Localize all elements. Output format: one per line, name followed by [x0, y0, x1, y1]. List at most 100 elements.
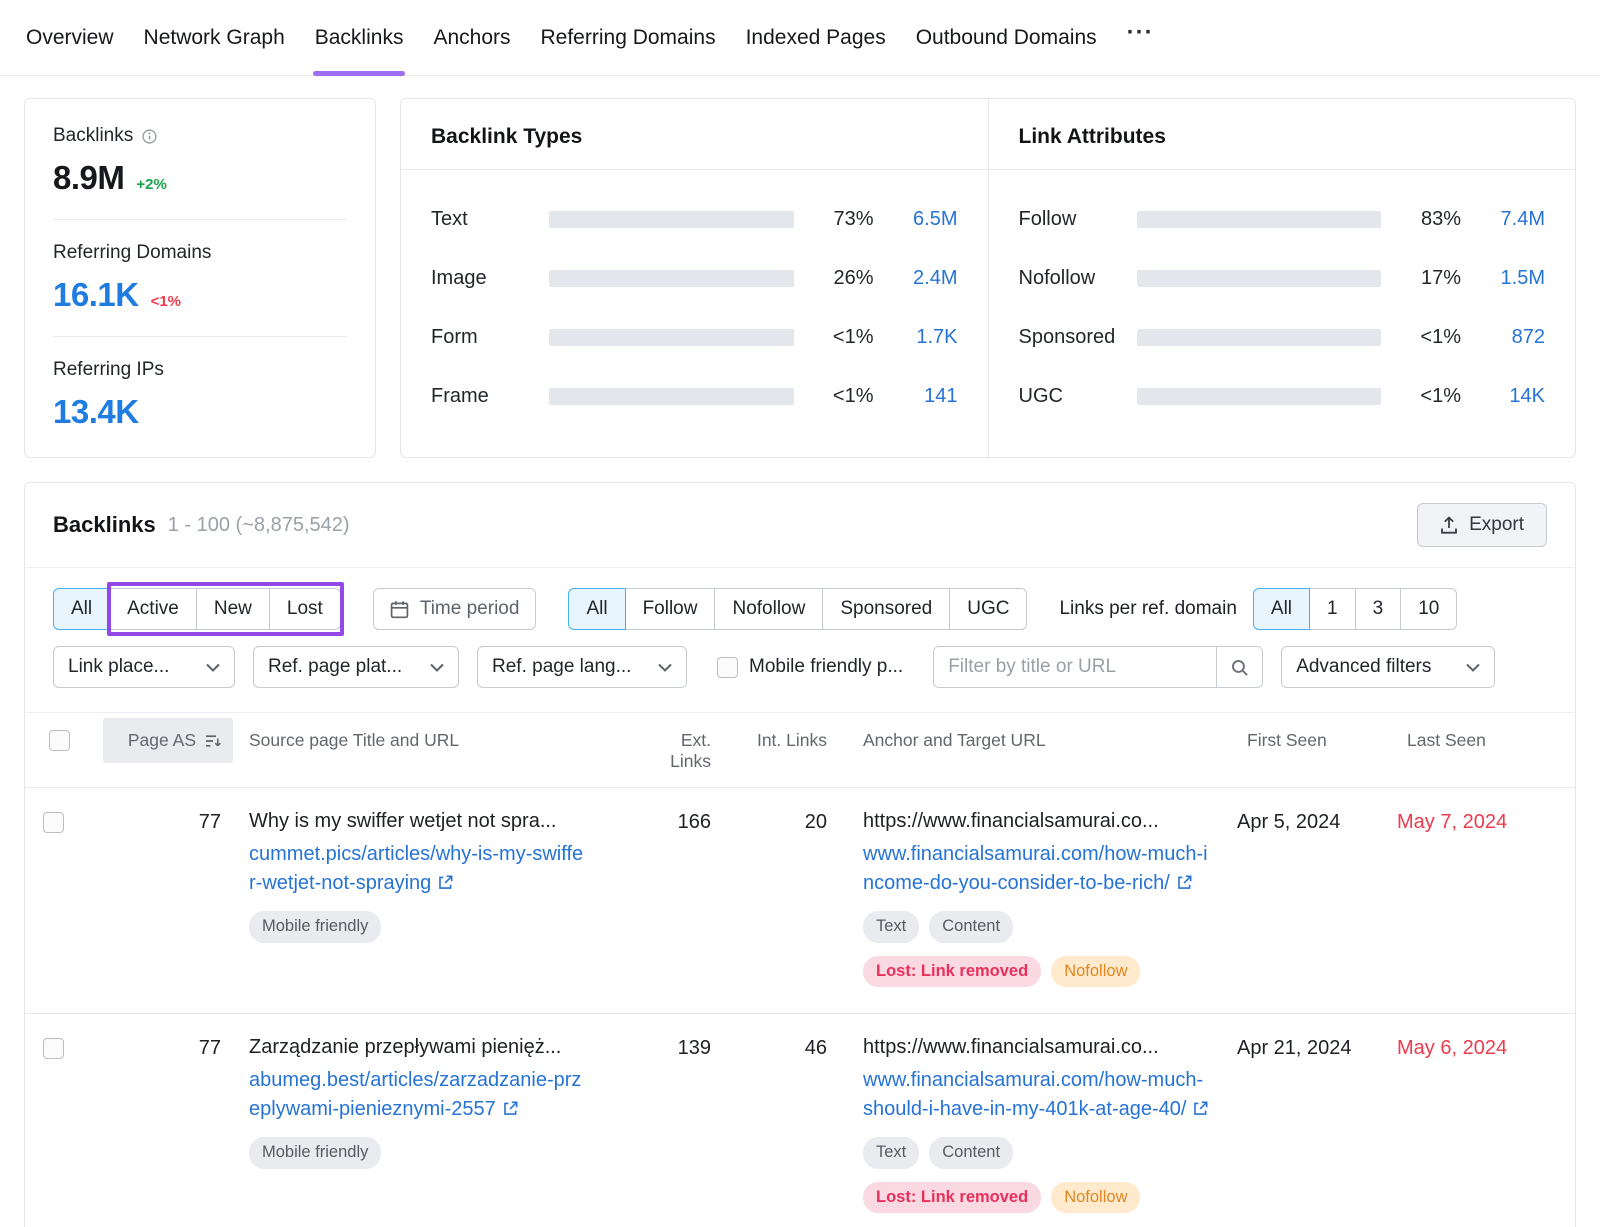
- mobile-friendly-checkbox[interactable]: [717, 657, 738, 678]
- tab-network-graph[interactable]: Network Graph: [129, 0, 300, 75]
- search-button[interactable]: [1216, 647, 1262, 687]
- link-placement-dropdown[interactable]: Link place...: [53, 646, 235, 688]
- link-attributes-panel: Link Attributes Follow 83% 7.4M Nofollow…: [988, 99, 1576, 457]
- column-header-ext-links: Ext. Links: [629, 713, 723, 787]
- links-per-domain-group: Links per ref. domain All 1 3 10: [1059, 588, 1457, 630]
- row-checkbox[interactable]: [43, 812, 64, 833]
- links-per-domain-label: Links per ref. domain: [1059, 598, 1236, 620]
- chevron-down-icon: [1466, 663, 1480, 672]
- external-link-icon: [1176, 874, 1193, 891]
- time-period-button[interactable]: Time period: [373, 588, 537, 630]
- tab-overview[interactable]: Overview: [26, 0, 129, 75]
- bar-percent: 83%: [1405, 208, 1461, 231]
- status-filter-all[interactable]: All: [53, 588, 110, 630]
- bar-percent: <1%: [1405, 385, 1461, 408]
- nofollow-badge: Nofollow: [1051, 956, 1140, 988]
- follow-filter-group: All Follow Nofollow Sponsored UGC: [568, 588, 1027, 630]
- bar-value-link[interactable]: 6.5M: [896, 208, 958, 231]
- bar-track: [1137, 329, 1382, 346]
- chevron-down-icon: [658, 663, 672, 672]
- ref-page-platform-dropdown[interactable]: Ref. page plat...: [253, 646, 459, 688]
- bar-percent: 73%: [818, 208, 874, 231]
- bar-value-link[interactable]: 14K: [1483, 385, 1545, 408]
- more-tabs-button[interactable]: ···: [1112, 19, 1169, 57]
- bar-row-form: Form <1% 1.7K: [431, 308, 958, 367]
- source-page-title: Zarządzanie przepływami pienięż...: [249, 1036, 589, 1059]
- info-icon: [142, 129, 157, 144]
- ref-page-language-dropdown[interactable]: Ref. page lang...: [477, 646, 687, 688]
- chevron-down-icon: [430, 663, 444, 672]
- advanced-filters-dropdown[interactable]: Advanced filters: [1281, 646, 1495, 688]
- bar-track: [1137, 388, 1382, 405]
- page-as-value: 77: [103, 810, 233, 834]
- bar-value-link[interactable]: 7.4M: [1483, 208, 1545, 231]
- referring-domains-metric-value[interactable]: 16.1K: [53, 276, 139, 314]
- tab-outbound-domains[interactable]: Outbound Domains: [901, 0, 1112, 75]
- bar-value-link[interactable]: 141: [896, 385, 958, 408]
- status-filter-lost[interactable]: Lost: [269, 588, 341, 630]
- divider: [53, 219, 347, 220]
- source-url-link[interactable]: cummet.pics/articles/why-is-my-swiffer-w…: [249, 840, 589, 898]
- follow-filter-all[interactable]: All: [568, 588, 625, 630]
- source-page-title: Why is my swiffer wetjet not spra...: [249, 810, 589, 833]
- status-filter-active[interactable]: Active: [109, 588, 197, 630]
- source-url-link[interactable]: abumeg.best/articles/zarzadzanie-przeply…: [249, 1066, 589, 1124]
- bar-row-nofollow: Nofollow 17% 1.5M: [1019, 249, 1546, 308]
- target-url-link[interactable]: www.financialsamurai.com/how-much-should…: [863, 1066, 1213, 1124]
- search-input[interactable]: [934, 647, 1216, 687]
- ext-links-value: 139: [629, 1036, 723, 1060]
- chevron-down-icon: [206, 663, 220, 672]
- sort-icon: [205, 734, 221, 748]
- mobile-friendly-filter-label: Mobile friendly p...: [749, 656, 903, 678]
- int-links-value: 20: [723, 810, 839, 834]
- bar-value-link[interactable]: 2.4M: [896, 267, 958, 290]
- tab-referring-domains[interactable]: Referring Domains: [526, 0, 731, 75]
- links-per-domain-1[interactable]: 1: [1309, 588, 1356, 630]
- search-icon: [1230, 658, 1249, 677]
- links-per-domain-all[interactable]: All: [1253, 588, 1310, 630]
- bar-row-text: Text 73% 6.5M: [431, 190, 958, 249]
- follow-filter-ugc[interactable]: UGC: [949, 588, 1027, 630]
- calendar-icon: [390, 600, 409, 619]
- backlinks-table-card: Backlinks 1 - 100 (~8,875,542) Export Al…: [24, 482, 1576, 1227]
- external-link-icon: [502, 1100, 519, 1117]
- links-per-domain-10[interactable]: 10: [1400, 588, 1457, 630]
- mobile-friendly-filter: Mobile friendly p...: [717, 656, 903, 678]
- ext-links-value: 166: [629, 810, 723, 834]
- external-link-icon: [1192, 1100, 1209, 1117]
- links-per-domain-3[interactable]: 3: [1355, 588, 1402, 630]
- backlinks-change-badge: +2%: [136, 176, 166, 193]
- follow-filter-nofollow[interactable]: Nofollow: [714, 588, 823, 630]
- select-all-checkbox[interactable]: [49, 730, 70, 751]
- mobile-friendly-badge: Mobile friendly: [249, 911, 381, 943]
- column-header-page-as[interactable]: Page AS: [103, 718, 233, 763]
- tab-indexed-pages[interactable]: Indexed Pages: [731, 0, 901, 75]
- table-row: 77 Why is my swiffer wetjet not spra... …: [25, 787, 1575, 1013]
- int-links-value: 46: [723, 1036, 839, 1060]
- target-url-link[interactable]: www.financialsamurai.com/how-much-income…: [863, 840, 1213, 898]
- nofollow-badge: Nofollow: [1051, 1182, 1140, 1214]
- follow-filter-follow[interactable]: Follow: [625, 588, 716, 630]
- bar-value-link[interactable]: 872: [1483, 326, 1545, 349]
- tab-backlinks[interactable]: Backlinks: [300, 0, 419, 75]
- column-header-last-seen: Last Seen: [1397, 713, 1561, 766]
- bar-track: [549, 329, 794, 346]
- bar-value-link[interactable]: 1.7K: [896, 326, 958, 349]
- bar-row-sponsored: Sponsored <1% 872: [1019, 308, 1546, 367]
- divider: [53, 336, 347, 337]
- bar-value-link[interactable]: 1.5M: [1483, 267, 1545, 290]
- bar-track: [549, 270, 794, 287]
- row-checkbox[interactable]: [43, 1038, 64, 1059]
- tab-anchors[interactable]: Anchors: [418, 0, 525, 75]
- filter-row-secondary: Link place... Ref. page plat... Ref. pag…: [53, 646, 1547, 688]
- export-button[interactable]: Export: [1417, 503, 1547, 547]
- status-filter-new[interactable]: New: [196, 588, 270, 630]
- column-header-anchor: Anchor and Target URL: [839, 713, 1237, 766]
- column-header-source: Source page Title and URL: [233, 713, 629, 766]
- table-title: Backlinks: [53, 512, 156, 538]
- follow-filter-sponsored[interactable]: Sponsored: [822, 588, 950, 630]
- bar-track: [1137, 270, 1382, 287]
- bar-row-frame: Frame <1% 141: [431, 367, 958, 426]
- link-type-badge: Text: [863, 911, 919, 943]
- referring-ips-metric-value[interactable]: 13.4K: [53, 393, 139, 431]
